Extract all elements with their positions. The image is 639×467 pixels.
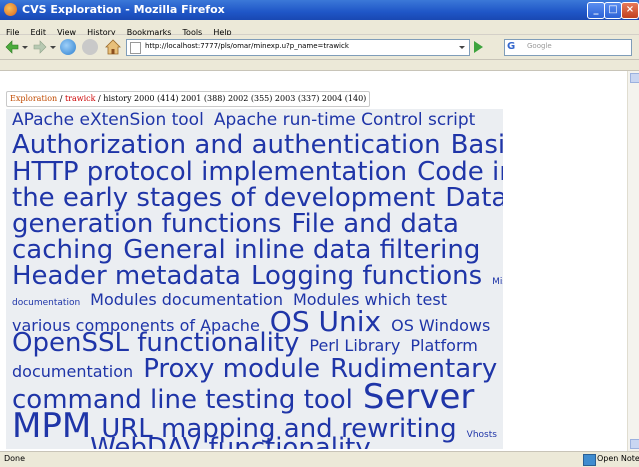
status-text: Done — [4, 454, 26, 463]
tag-link[interactable]: documentation — [12, 362, 133, 381]
go-button[interactable] — [474, 41, 483, 53]
tag-link[interactable]: Perl Library — [309, 336, 400, 355]
tag-link[interactable]: WebDAV functionality — [90, 433, 371, 449]
forward-arrow-icon — [33, 40, 47, 54]
tag-link[interactable]: Modules documentation — [90, 290, 283, 309]
scroll-up-icon[interactable] — [630, 73, 639, 83]
tag-cloud-line: the early stages of development Data — [12, 185, 503, 211]
back-arrow-icon — [5, 40, 19, 54]
tag-cloud-line: generation functions File and data — [12, 211, 459, 237]
tag-link[interactable]: Authorization and authentication — [12, 130, 441, 160]
breadcrumb-exploration-link[interactable]: Exploration — [10, 94, 57, 103]
home-button[interactable] — [104, 38, 122, 56]
page-content: Exploration / trawick / history 2000 (41… — [0, 71, 627, 451]
breadcrumb-trawick-link[interactable]: trawick — [65, 94, 96, 103]
tag-cloud-line: caching General inline data filtering — [12, 237, 480, 263]
close-button[interactable]: × — [621, 2, 639, 19]
back-history-dropdown-icon[interactable] — [22, 46, 28, 49]
status-bar: Done Open Notebook — [0, 451, 639, 467]
address-bar[interactable]: http://localhost:7777/pls/omar/minexp.u?… — [126, 39, 470, 56]
tag-cloud: APache eXtenSion tool Apache run-time Con… — [6, 109, 503, 449]
tag-cloud-line: documentationWebDAV functionality — [12, 435, 371, 449]
tag-cloud-line: APache eXtenSion tool Apache run-time Con… — [12, 112, 475, 129]
breadcrumb-history-label: history — [103, 94, 132, 103]
notebook-icon[interactable] — [583, 454, 596, 466]
navigation-toolbar: http://localhost:7777/pls/omar/minexp.u?… — [0, 35, 639, 60]
tag-link[interactable]: Logging functions — [251, 261, 482, 291]
scroll-down-icon[interactable] — [630, 439, 639, 449]
tag-link[interactable]: Header metadata — [12, 261, 241, 291]
breadcrumb-year-links[interactable]: 2000 (414) 2001 (388) 2002 (355) 2003 (3… — [134, 94, 366, 103]
home-icon — [105, 39, 121, 55]
tag-cloud-line: OpenSSL functionality Perl Library Platfor… — [12, 330, 478, 356]
address-dropdown-icon[interactable] — [459, 46, 465, 49]
address-url[interactable]: http://localhost:7777/pls/omar/minexp.u?… — [145, 42, 349, 50]
tag-link[interactable]: Apache run-time Control script — [214, 110, 476, 130]
tag-link[interactable]: Vhosts — [467, 430, 497, 440]
menu-bar: File Edit View History Bookmarks Tools H… — [0, 20, 639, 37]
open-notebook-link[interactable]: Open Notebook — [597, 454, 639, 463]
reload-icon[interactable] — [60, 39, 76, 55]
breadcrumb-separator: / — [57, 94, 65, 103]
search-box[interactable]: G Google — [504, 39, 632, 56]
tag-cloud-line: Authorization and authentication Basic — [12, 132, 503, 158]
vertical-scrollbar[interactable] — [627, 71, 639, 451]
minimize-button[interactable]: _ — [587, 2, 605, 19]
google-search-engine-icon[interactable]: G — [507, 41, 519, 53]
tag-link[interactable]: Misc. — [492, 277, 503, 287]
breadcrumb: Exploration / trawick / history 2000 (41… — [6, 91, 371, 107]
tag-link[interactable]: Basic — [451, 130, 503, 160]
back-button[interactable] — [4, 39, 20, 55]
tag-link[interactable]: APache eXtenSion tool — [12, 110, 204, 130]
window-title: CVS Exploration - Mozilla Firefox — [22, 3, 225, 16]
forward-history-dropdown-icon[interactable] — [50, 46, 56, 49]
tag-cloud-line: documentation Modules documentation Module… — [12, 292, 447, 308]
maximize-button[interactable]: □ — [604, 2, 622, 19]
search-input[interactable]: Google — [527, 42, 552, 50]
tag-link[interactable]: Platform — [410, 336, 477, 355]
bookmarks-toolbar — [0, 60, 639, 71]
firefox-icon — [4, 3, 17, 16]
stop-icon[interactable] — [82, 39, 98, 55]
page-icon — [130, 42, 141, 54]
tag-link[interactable]: documentation — [12, 298, 80, 308]
tag-cloud-line: HTTP protocol implementationCode in — [12, 159, 503, 185]
tag-cloud-line: Header metadata Logging functions Misc. — [12, 263, 503, 289]
forward-button[interactable] — [32, 39, 48, 55]
window-title-bar: CVS Exploration - Mozilla Firefox _ □ × — [0, 0, 639, 20]
